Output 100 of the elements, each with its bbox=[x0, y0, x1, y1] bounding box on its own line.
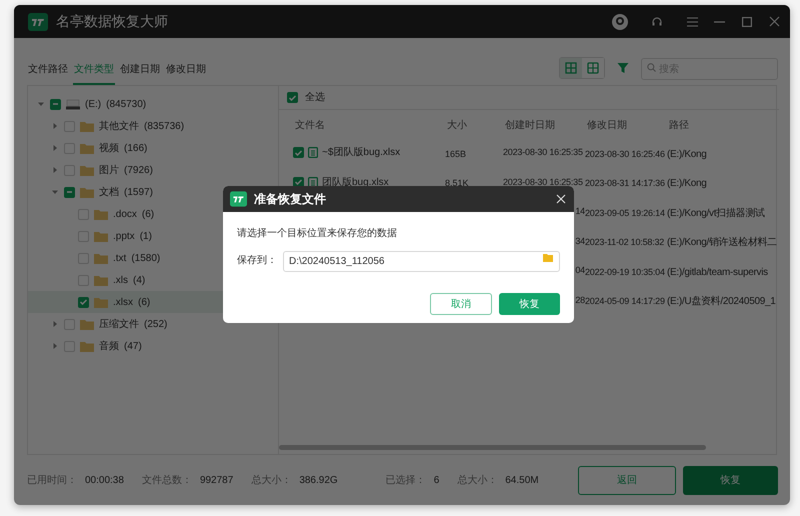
column-header: 修改日期 bbox=[587, 120, 627, 131]
checkbox[interactable] bbox=[293, 147, 304, 158]
checkbox[interactable] bbox=[50, 98, 61, 110]
close-icon[interactable] bbox=[556, 194, 566, 204]
avatar-icon[interactable] bbox=[611, 12, 629, 30]
tab[interactable]: 修改日期 bbox=[165, 55, 207, 85]
column-header: 文件名 bbox=[295, 120, 325, 131]
tree-row[interactable]: 音频 (47) bbox=[28, 335, 278, 357]
grid-icon bbox=[587, 62, 599, 74]
tree-row[interactable]: 视频 (166) bbox=[28, 137, 278, 159]
item-label: (E:) bbox=[85, 98, 102, 112]
created-date: 14 bbox=[575, 205, 585, 218]
item-count: (1) bbox=[140, 230, 152, 244]
tree-row[interactable]: 图片 (7926) bbox=[28, 159, 278, 181]
file-name: 团队版bug.xlsx bbox=[322, 176, 389, 190]
item-count: (166) bbox=[124, 142, 148, 156]
caret-right-icon[interactable] bbox=[51, 342, 59, 350]
checkbox[interactable] bbox=[293, 176, 304, 188]
status-value: 64.50M bbox=[505, 474, 539, 488]
folder-icon bbox=[94, 208, 108, 220]
recover-button[interactable]: 恢复 bbox=[499, 293, 560, 315]
tab[interactable]: 文件路径 bbox=[27, 55, 69, 85]
folder-icon[interactable] bbox=[543, 254, 553, 262]
item-label: .docx bbox=[113, 208, 137, 222]
modified-date: 2023-09-05 19:26:14 bbox=[585, 208, 665, 218]
item-count: (47) bbox=[124, 340, 142, 354]
file-path: (E:)/Kong/vt扫描器测试 bbox=[667, 208, 765, 219]
grid-icon bbox=[565, 62, 577, 74]
caret-down-icon[interactable] bbox=[51, 188, 59, 196]
folder-icon bbox=[94, 296, 108, 308]
folder-icon bbox=[94, 274, 108, 286]
status-value: 00:00:38 bbox=[85, 474, 124, 488]
item-count: (7926) bbox=[124, 164, 153, 178]
filter-icon[interactable] bbox=[617, 62, 629, 74]
caret-down-icon[interactable] bbox=[37, 100, 45, 108]
column-header: 路径 bbox=[669, 120, 689, 131]
tab[interactable]: 文件类型 bbox=[73, 55, 115, 85]
caret-right-icon[interactable] bbox=[51, 144, 59, 152]
file-size: 165B bbox=[445, 148, 466, 159]
status-label: 已选择： bbox=[386, 474, 426, 488]
status-value: 6 bbox=[434, 474, 440, 488]
file-name: ~$团队版bug.xlsx bbox=[322, 146, 400, 160]
maximize-icon[interactable] bbox=[742, 16, 752, 26]
status-label: 总大小： bbox=[457, 474, 498, 488]
file-path: (E:)/Kong bbox=[667, 178, 707, 190]
folder-icon bbox=[80, 120, 94, 132]
folder-icon bbox=[80, 164, 94, 176]
view-button[interactable] bbox=[560, 58, 582, 78]
column-header: 创建时日期 bbox=[505, 120, 555, 131]
tree-row[interactable]: 压缩文件 (252) bbox=[28, 313, 278, 335]
checkbox[interactable] bbox=[78, 296, 89, 308]
folder-icon bbox=[94, 230, 108, 242]
status-value: 386.92G bbox=[299, 474, 338, 488]
spreadsheet-icon bbox=[308, 147, 318, 158]
spreadsheet-icon bbox=[308, 176, 318, 188]
modified-date: 2023-11-02 10:58:32 bbox=[585, 237, 664, 248]
tree-row[interactable]: (E:) (845730) bbox=[28, 93, 278, 115]
tab[interactable]: 创建日期 bbox=[119, 55, 161, 85]
item-label: .pptx bbox=[113, 230, 135, 244]
check-icon bbox=[295, 150, 302, 156]
minus-icon bbox=[53, 103, 58, 105]
item-label: 压缩文件 bbox=[99, 318, 139, 332]
caret-right-icon[interactable] bbox=[51, 122, 59, 130]
headset-icon[interactable] bbox=[651, 16, 663, 28]
item-label: 音频 bbox=[99, 340, 119, 354]
field-label: 保存到： bbox=[237, 254, 278, 268]
checkbox[interactable] bbox=[64, 186, 75, 198]
select-all-label: 全选 bbox=[305, 90, 325, 105]
file-path: (E:)/Kong/销许送检材料二 bbox=[667, 237, 777, 248]
logo-icon bbox=[230, 191, 247, 207]
folder-icon bbox=[80, 318, 94, 330]
item-count: (835736) bbox=[144, 120, 184, 134]
created-date: 04 bbox=[575, 264, 585, 277]
item-label: 视频 bbox=[99, 142, 119, 156]
item-count: (4) bbox=[133, 274, 146, 288]
tree-row[interactable]: .xls (4) bbox=[28, 269, 278, 291]
dialog-title: 准备恢复文件 bbox=[254, 191, 326, 208]
caret-right-icon[interactable] bbox=[51, 166, 59, 174]
save-path-field[interactable]: D:\20240513_112056 bbox=[283, 251, 560, 272]
caret-right-icon[interactable] bbox=[51, 320, 59, 328]
dialog-message: 请选择一个目标位置来保存您的数据 bbox=[237, 226, 398, 241]
tree-row[interactable]: 其他文件 (835736) bbox=[28, 115, 278, 137]
modified-date: 2024-05-09 14:17:29 bbox=[585, 296, 665, 306]
recover-button[interactable]: 恢复 bbox=[683, 466, 778, 494]
minimize-icon[interactable] bbox=[714, 20, 725, 22]
folder-icon bbox=[80, 142, 94, 154]
scrollbar[interactable] bbox=[279, 445, 706, 450]
file-size: 8.51K bbox=[445, 178, 469, 188]
item-count: (6) bbox=[142, 208, 154, 222]
back-button[interactable]: 返回 bbox=[578, 466, 676, 494]
created-date: 2023-08-30 16:25:35 bbox=[503, 146, 583, 159]
menu-icon[interactable] bbox=[687, 16, 698, 26]
checkbox[interactable] bbox=[287, 92, 298, 103]
modified-date: 2022-09-19 10:35:04 bbox=[585, 266, 665, 277]
status-label: 已用时间： bbox=[27, 474, 77, 488]
item-label: 其他文件 bbox=[99, 120, 139, 134]
folder-icon bbox=[80, 340, 94, 352]
column-header: 大小 bbox=[447, 120, 467, 131]
cancel-button[interactable]: 取消 bbox=[430, 293, 492, 315]
item-count: (845730) bbox=[106, 98, 146, 112]
